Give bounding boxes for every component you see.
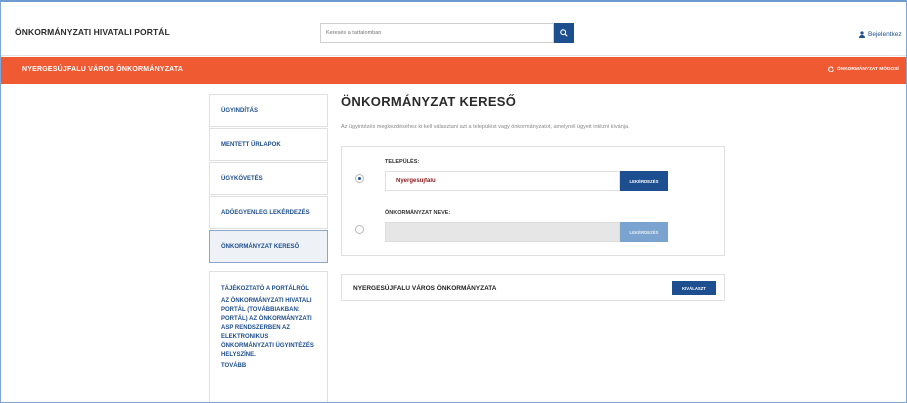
info-text[interactable]: AZ ÖNKORMÁNYZATI HIVATALI PORTÁL (TOVÁBB…	[221, 297, 321, 360]
user-icon	[859, 31, 865, 38]
select-button[interactable]: KIVÁLASZT	[672, 281, 716, 295]
main-content: ÖNKORMÁNYZAT KERESŐ Az ügyintézés megkez…	[341, 94, 725, 301]
sidebar-item-saved-forms[interactable]: MENTETT ŰRLAPOK	[209, 128, 328, 161]
search-icon	[560, 29, 568, 37]
search-input[interactable]	[320, 23, 554, 43]
sidebar-item-tax-balance[interactable]: ADÓEGYENLEG LEKÉRDEZÉS	[209, 196, 328, 229]
municipality-name-input[interactable]	[385, 222, 620, 242]
settlement-radio[interactable]	[355, 174, 364, 183]
change-municipality-link[interactable]: ÖNKORMÁNYZAT MÓDOSÍ	[828, 66, 899, 72]
result-row: NYERGESÚJFALU VÁROS ÖNKORMÁNYZATA KIVÁLA…	[341, 274, 725, 301]
settlement-query-button[interactable]: LEKÉRDEZÉS	[620, 171, 668, 191]
search-bar	[320, 23, 574, 43]
search-button[interactable]	[554, 23, 574, 43]
page-title: ÖNKORMÁNYZAT KERESŐ	[341, 94, 517, 109]
result-municipality-name: NYERGESÚJFALU VÁROS ÖNKORMÁNYZATA	[353, 285, 497, 292]
top-header: ÖNKORMÁNYZATI HIVATALI PORTÁL Bejelentke…	[1, 2, 906, 56]
sidebar-item-case-start[interactable]: ÜGYINDÍTÁS	[209, 94, 328, 127]
refresh-icon	[828, 66, 834, 72]
sidebar-item-case-tracking[interactable]: ÜGYKÖVETÉS	[209, 162, 328, 195]
municipality-name-label: ÖNKORMÁNYZAT NEVE:	[385, 210, 451, 216]
change-municipality-label: ÖNKORMÁNYZAT MÓDOSÍ	[837, 66, 899, 72]
info-more-link[interactable]: TOVÁBB	[221, 363, 327, 369]
login-label: Bejelentkez	[868, 31, 902, 38]
search-form: TELEPÜLÉS: LEKÉRDEZÉS ÖNKORMÁNYZAT NEVE:…	[341, 146, 725, 256]
intro-text: Az ügyintézés megkezdéséhez ki kell vála…	[341, 124, 630, 130]
portal-info-box: TÁJÉKOZTATÓ A PORTÁLRÓL AZ ÖNKORMÁNYZATI…	[209, 271, 328, 402]
municipality-name-query-button[interactable]: LEKÉRDEZÉS	[620, 222, 668, 242]
portal-brand[interactable]: ÖNKORMÁNYZATI HIVATALI PORTÁL	[15, 27, 170, 37]
selected-municipality: NYERGESÚJFALU VÁROS ÖNKORMÁNYZATA	[22, 66, 184, 73]
login-link[interactable]: Bejelentkez	[859, 31, 902, 38]
settlement-input[interactable]	[385, 171, 620, 191]
settlement-label: TELEPÜLÉS:	[385, 159, 420, 165]
sidebar-nav: ÜGYINDÍTÁS MENTETT ŰRLAPOK ÜGYKÖVETÉS AD…	[209, 94, 328, 402]
municipality-name-radio[interactable]	[355, 225, 364, 234]
sidebar-item-municipality-search[interactable]: ÖNKORMÁNYZAT KERESŐ	[209, 230, 328, 263]
municipality-bar: NYERGESÚJFALU VÁROS ÖNKORMÁNYZATA ÖNKORM…	[1, 57, 906, 84]
info-title[interactable]: TÁJÉKOZTATÓ A PORTÁLRÓL	[221, 285, 311, 294]
browser-frame: ÖNKORMÁNYZATI HIVATALI PORTÁL Bejelentke…	[0, 0, 907, 403]
